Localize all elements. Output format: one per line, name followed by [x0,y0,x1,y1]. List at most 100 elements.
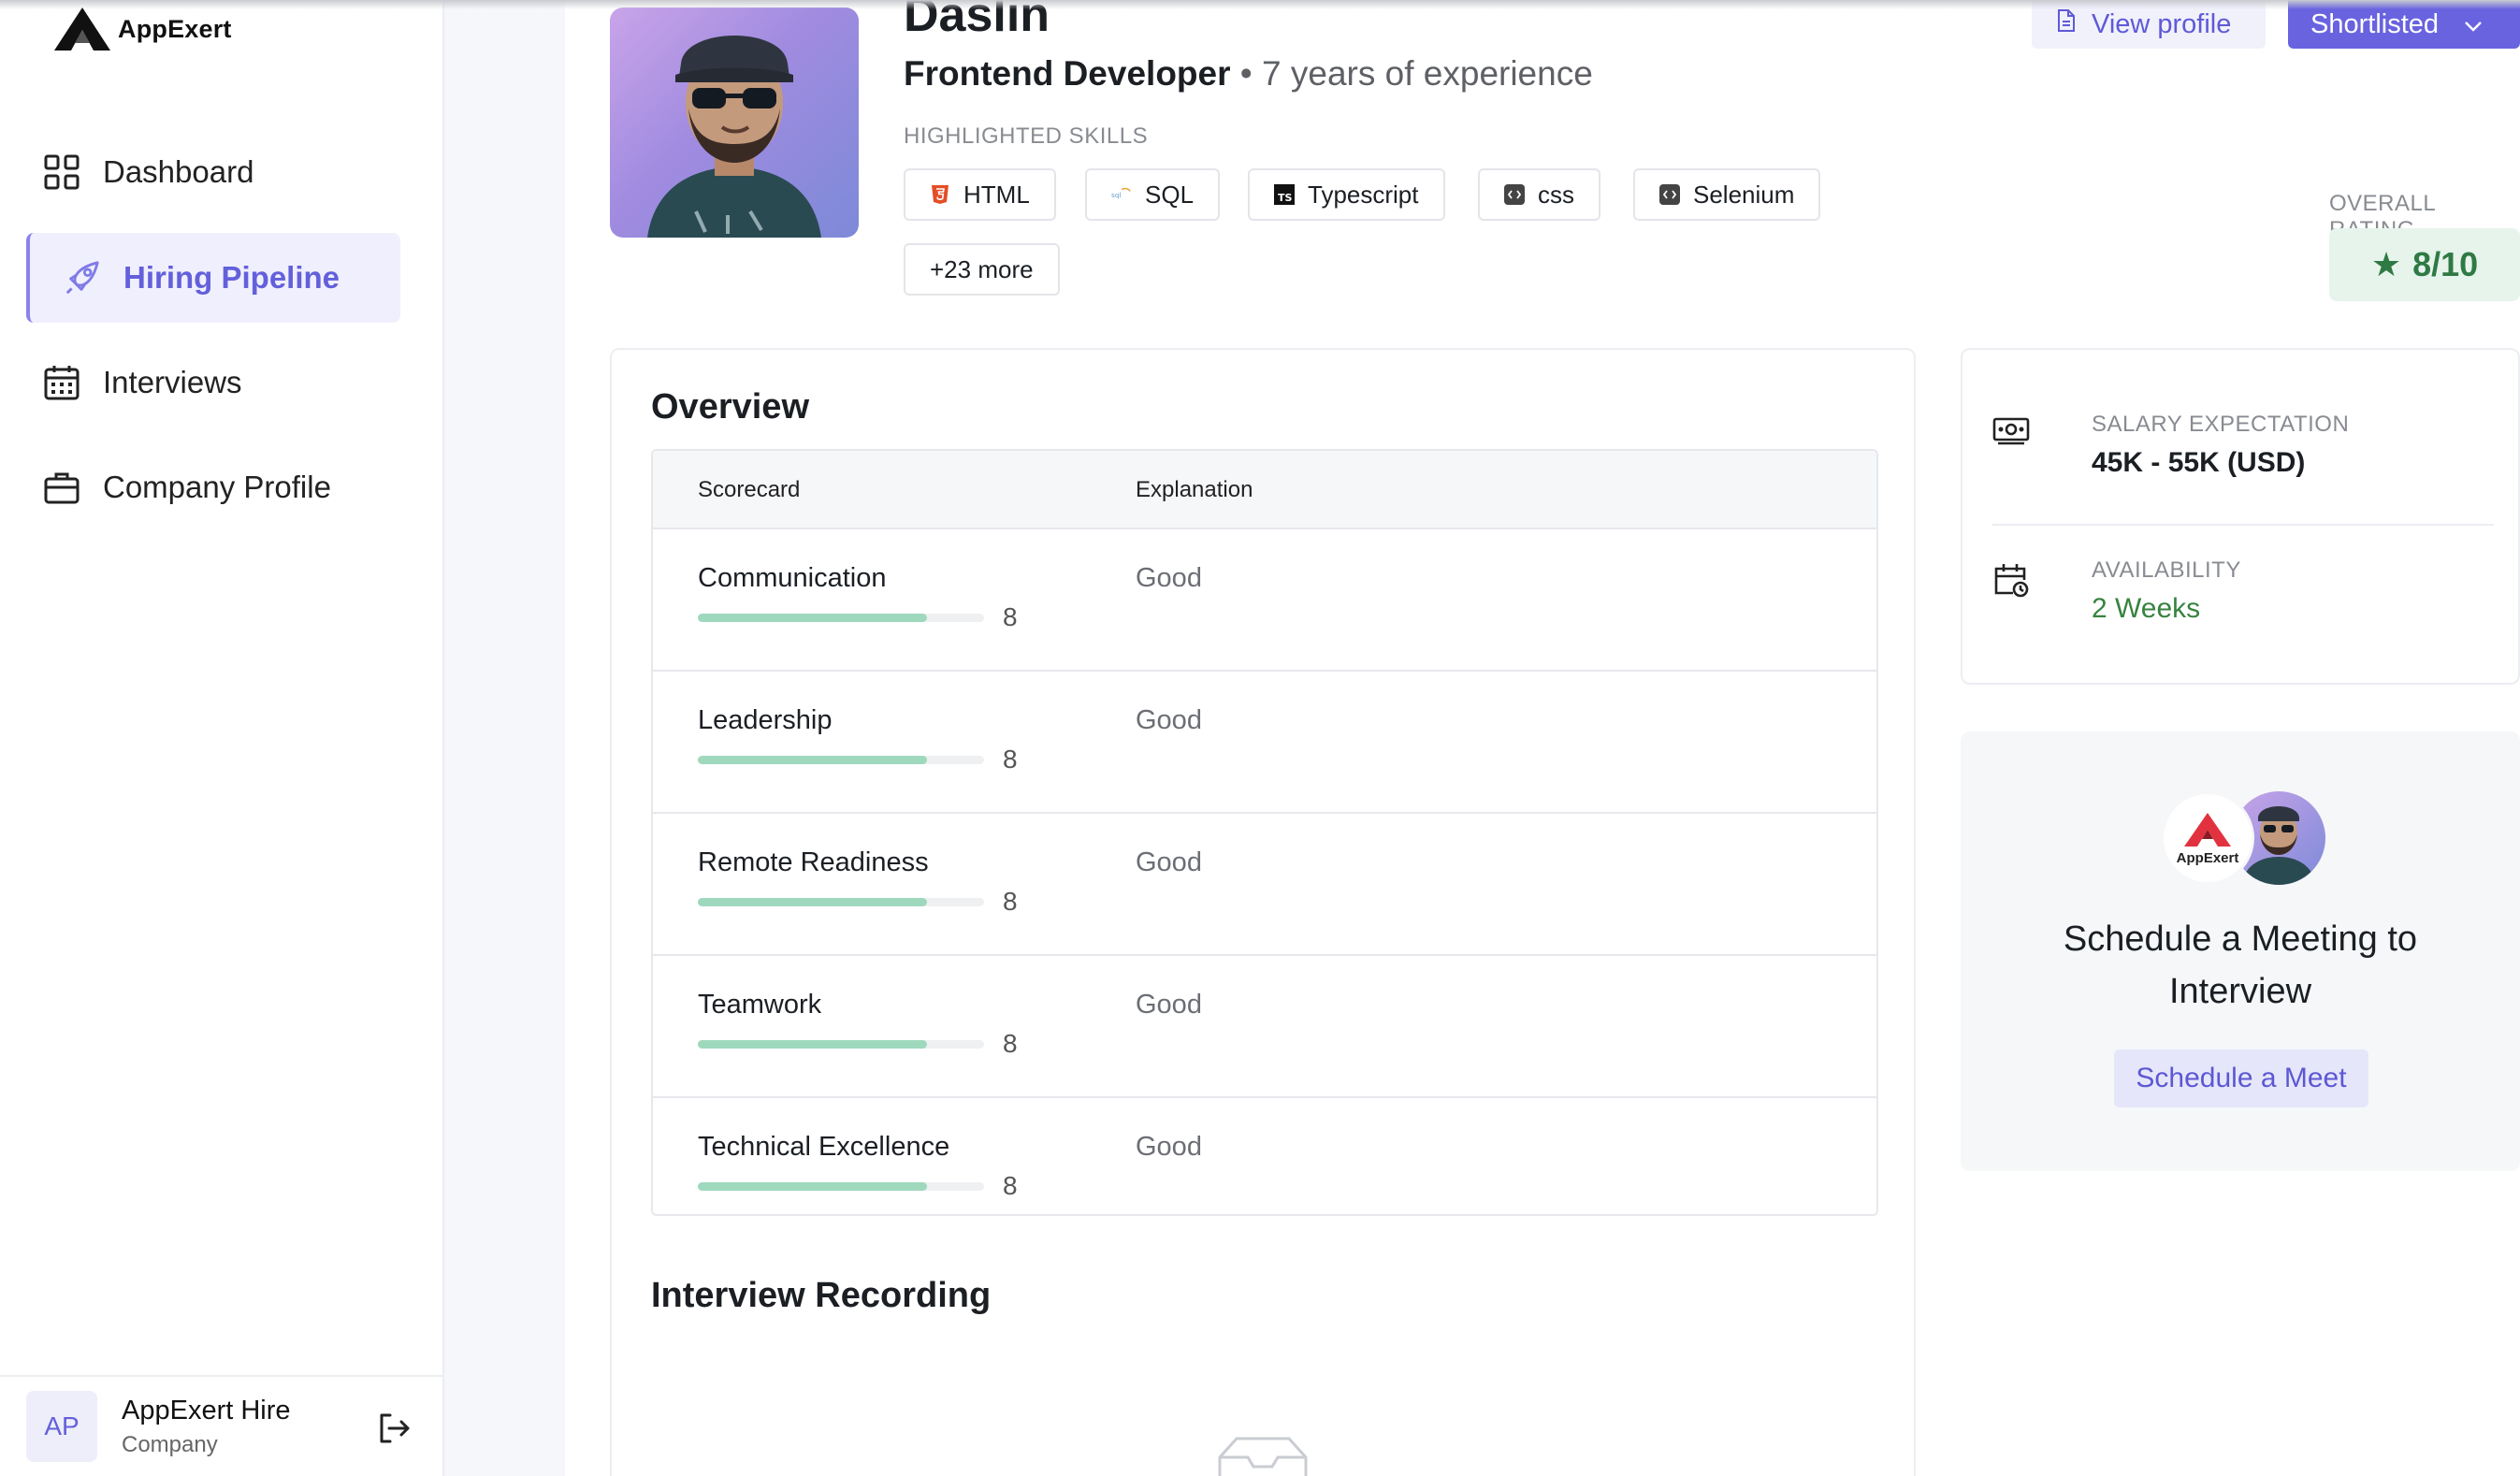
sql-icon: sql [1111,184,1132,205]
money-icon [1992,415,2030,450]
code-icon [1659,184,1680,205]
scorecard-table: Scorecard Explanation Communication 8 Good… [651,449,1878,1216]
score-explanation: Good [1136,705,1202,735]
skill-label: css [1538,180,1574,209]
table-row: Teamwork 8 Good [653,956,1876,1098]
logout-icon[interactable] [376,1411,412,1451]
more-skills-label: +23 more [930,254,1034,283]
score-explanation: Good [1136,990,1202,1020]
user-avatar[interactable]: AP [26,1391,97,1462]
skill-label: SQL [1145,180,1195,209]
app-logo[interactable]: AppExert [52,6,232,52]
sidebar-item-label: Dashboard [103,154,254,189]
meeting-title-line-2: Interview [2168,972,2312,1011]
video-placeholder-icon [1216,1433,1310,1476]
skill-label: HTML [963,180,1030,209]
logo-text: AppExert [2176,849,2239,866]
appexert-logo-icon [54,7,110,51]
score-bar [698,756,984,764]
schedule-meeting-card: AppExert Schedule a Meeting to Interview… [1961,731,2520,1171]
status-label: Shortlisted [2310,8,2440,39]
table-row: Communication 8 Good [653,529,1876,672]
more-skills-chip[interactable]: +23 more [904,243,1060,296]
table-row: Remote Readiness 8 Good [653,814,1876,956]
column-header-explanation: Explanation [1136,477,1253,502]
skill-chip-css: css [1478,168,1600,221]
recording-title: Interview Recording [651,1276,992,1315]
table-row: Leadership 8 Good [653,672,1876,814]
salary-value: 45K - 55K (USD) [2092,447,2306,478]
column-header-scorecard: Scorecard [698,477,801,502]
score-bar-fill [698,1182,927,1191]
score-bar [698,898,984,906]
typescript-icon: TS [1274,184,1295,205]
score-value: 8 [1003,1029,1018,1058]
rating-badge: ★ 8/10 [2329,228,2520,301]
meeting-avatars: AppExert [2161,791,2329,885]
salary-label: SALARY EXPECTATION [2092,412,2350,437]
skill-chip-sql: sql SQL [1085,168,1221,221]
candidate-photo [610,7,859,238]
availability-label: AVAILABILITY [2092,557,2241,583]
skill-chip-typescript: TS Typescript [1248,168,1445,221]
score-bar-fill [698,1040,927,1049]
meeting-title: Schedule a Meeting to Interview [1961,913,2520,1018]
star-icon: ★ [2370,245,2402,283]
sidebar-item-hiring-pipeline[interactable]: Hiring Pipeline [26,233,400,323]
meeting-title-line-1: Schedule a Meeting to [2063,919,2418,959]
candidate-info-card: SALARY EXPECTATION 45K - 55K (USD) AVAIL… [1961,348,2520,685]
sidebar-item-dashboard[interactable]: Dashboard [26,127,400,217]
score-bar [698,614,984,622]
user-block: AP AppExert Hire Company [0,1375,444,1476]
rocket-icon [64,259,101,297]
skills-label: HIGHLIGHTED SKILLS [904,123,1149,149]
calendar-clock-icon [1992,561,2030,603]
score-explanation: Good [1136,847,1202,877]
sidebar-item-label: Hiring Pipeline [123,260,340,295]
score-name: Leadership [698,705,833,735]
sidebar-item-interviews[interactable]: Interviews [26,338,400,427]
svg-text:TS: TS [1278,192,1293,204]
skill-label: Typescript [1308,180,1419,209]
candidate-role: Frontend Developer • 7 years of experien… [904,54,1593,94]
score-name: Remote Readiness [698,847,929,877]
grid-icon [43,153,80,191]
separator-dot: • [1239,54,1253,93]
score-value: 8 [1003,1171,1018,1200]
sidebar-item-label: Interviews [103,365,242,399]
svg-text:sql: sql [1111,191,1122,199]
score-value: 8 [1003,887,1018,916]
score-explanation: Good [1136,1132,1202,1162]
html5-icon [930,184,950,205]
score-bar-fill [698,614,927,622]
chevron-down-icon [2463,9,2484,40]
score-value: 8 [1003,602,1018,631]
view-profile-label: View profile [2092,8,2232,39]
briefcase-icon [43,469,80,506]
calendar-icon [43,364,80,401]
score-name: Technical Excellence [698,1132,950,1162]
overview-title: Overview [651,387,809,427]
score-explanation: Good [1136,563,1202,593]
skill-chip-html: HTML [904,168,1056,221]
skill-chip-selenium: Selenium [1633,168,1821,221]
document-icon [2056,8,2077,40]
schedule-meet-button[interactable]: Schedule a Meet [2114,1049,2368,1107]
score-bar-fill [698,756,927,764]
sidebar-item-company-profile[interactable]: Company Profile [26,442,400,532]
sidebar: AppExert Dashboard Hiring Pipeline Inter… [0,0,444,1476]
code-icon [1504,184,1525,205]
score-bar-fill [698,898,927,906]
score-name: Communication [698,563,887,593]
candidate-experience: 7 years of experience [1262,54,1593,93]
top-shadow [0,0,2520,9]
appexert-logo-icon [2184,812,2231,847]
availability-value: 2 Weeks [2092,593,2201,624]
table-row: Technical Excellence 8 Good [653,1098,1876,1214]
score-bar [698,1040,984,1049]
candidate-title: Frontend Developer [904,54,1231,93]
table-header: Scorecard Explanation [653,451,1876,529]
user-name: AppExert Hire [122,1395,291,1425]
divider [1992,524,2494,526]
overview-card: Overview Scorecard Explanation Communica… [610,348,1916,1476]
